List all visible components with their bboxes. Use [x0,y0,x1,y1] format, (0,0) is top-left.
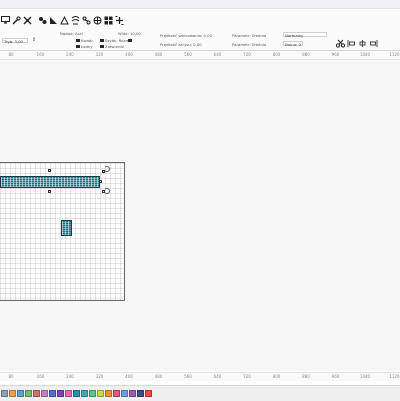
color-swatch[interactable] [49,390,56,397]
ruler-tick: 160 [36,374,45,379]
window-top-strip [0,0,400,9]
swatch-row [1,390,153,397]
color-swatch[interactable] [129,390,136,397]
speed-outline-label: Prędkość zarysu: 0,00 [160,42,202,47]
param-group-2-label: Parametr: Średnia [232,42,267,47]
ruler-tick: 240 [66,52,74,57]
color-swatch[interactable] [25,390,32,397]
settings-icon[interactable] [22,14,32,26]
ruler-tick: 320 [95,374,104,379]
ruler-tick: 800 [272,374,281,379]
ruler-tick: 640 [213,52,222,57]
resize-handle-top[interactable] [48,169,51,172]
rotate-handle-bottom-icon[interactable] [104,188,110,194]
align-center-icon[interactable] [357,37,367,49]
monitor-icon[interactable] [0,14,10,26]
ruler-tick: 240 [66,374,74,379]
grid-icon[interactable] [103,14,113,26]
color-swatch[interactable] [121,390,128,397]
color-swatch[interactable] [33,390,40,397]
ruler-tick: 480 [154,374,163,379]
ruler-tick: 1040 [359,374,371,379]
color-swatch[interactable] [113,390,120,397]
ruler-tick: 480 [154,52,163,57]
align-left-icon[interactable] [346,37,356,49]
ruler-tick: 560 [184,52,192,57]
ruler-tick: 880 [302,374,310,379]
option-check-3[interactable] [100,39,104,42]
ruler-bottom: 80 160 240 320 400 480 560 640 720 800 880 960 1040 1… [0,372,400,381]
ruler-tick: 720 [243,52,251,57]
color-swatch[interactable] [145,390,152,397]
color-swatch[interactable] [57,390,64,397]
option-check-2[interactable] [76,45,80,48]
right-icon-group [335,37,379,49]
option-check-1[interactable] [76,39,80,42]
ruler-tick: 800 [272,52,281,57]
type-label: Nazwa: Arai [60,31,83,36]
mode-spinner-icon[interactable]: ⇕ [32,38,36,43]
speed-sketch-label: Prędkość szkicowania: 0,00 [160,33,212,38]
ruler-tick: 1040 [359,52,371,57]
color-swatch[interactable] [1,390,8,397]
wide-label: Wide: 10,00 [118,31,141,36]
resize-handle-bottom[interactable] [48,190,51,193]
shapes-icon[interactable] [59,14,69,26]
option-label-3: Szybk. Rozm. [105,38,131,43]
color-swatch[interactable] [41,390,48,397]
ruler-tick: 560 [184,374,192,379]
layers-icon[interactable] [37,14,47,26]
rotate-handle-top-icon[interactable] [104,166,110,172]
ruler-tick: 1120 [389,374,400,379]
color-swatch[interactable] [9,390,16,397]
mode-field[interactable]: Tryb: 3,00 [2,38,28,44]
color-swatch[interactable] [89,390,96,397]
param-group-1-value[interactable]: Normalny [283,32,327,38]
option-check-4[interactable] [100,45,104,48]
param-group-1-label: Parametr: Średnia [232,33,267,38]
option-label-1: Kwadr. [81,38,94,43]
crop-icon[interactable] [81,14,91,26]
add-icon[interactable] [114,14,124,26]
ruler-tick: 400 [125,52,133,57]
option-check-5[interactable] [128,39,132,42]
ruler-tick: 720 [243,374,251,379]
ruler-tick: 80 [8,52,14,57]
color-swatch[interactable] [81,390,88,397]
ruler-tick: 960 [331,52,340,57]
text-icon[interactable] [70,14,80,26]
ruler-tick: 880 [302,52,310,57]
ruler-tick: 960 [331,374,340,379]
color-swatch[interactable] [97,390,104,397]
pattern-block[interactable] [61,220,72,236]
color-swatch[interactable] [73,390,80,397]
color-swatch[interactable] [105,390,112,397]
toolbar-icon-row [0,13,125,27]
tools-icon[interactable] [11,14,21,26]
selected-pattern-strip[interactable] [0,176,100,188]
align-right-icon[interactable] [368,37,378,49]
align-icon[interactable] [48,14,58,26]
ruler-tick: 1120 [389,52,400,57]
color-swatch[interactable] [17,390,24,397]
ruler-tick: 160 [36,52,45,57]
ruler-top: 80 160 240 320 400 480 560 640 720 800 880 960 1040 1… [0,51,400,60]
toolbar: Tryb: 3,00 ⇕ Nazwa: Arai Kwadr. Ładny Sz… [0,9,400,51]
color-palette-bar [0,385,400,401]
option-label-2: Ładny [81,44,93,49]
ruler-tick: 320 [95,52,104,57]
color-swatch[interactable] [137,390,144,397]
scissors-icon[interactable] [335,37,345,49]
ruler-tick: 640 [213,374,222,379]
param-group-2-value[interactable]: Dolna: 0 [283,41,303,47]
ruler-tick: 80 [8,374,14,379]
move-icon[interactable] [92,14,102,26]
color-swatch[interactable] [65,390,72,397]
ruler-tick: 400 [125,374,133,379]
resize-handle-right[interactable] [99,180,102,183]
option-label-4: Zatwierdź [105,44,124,49]
